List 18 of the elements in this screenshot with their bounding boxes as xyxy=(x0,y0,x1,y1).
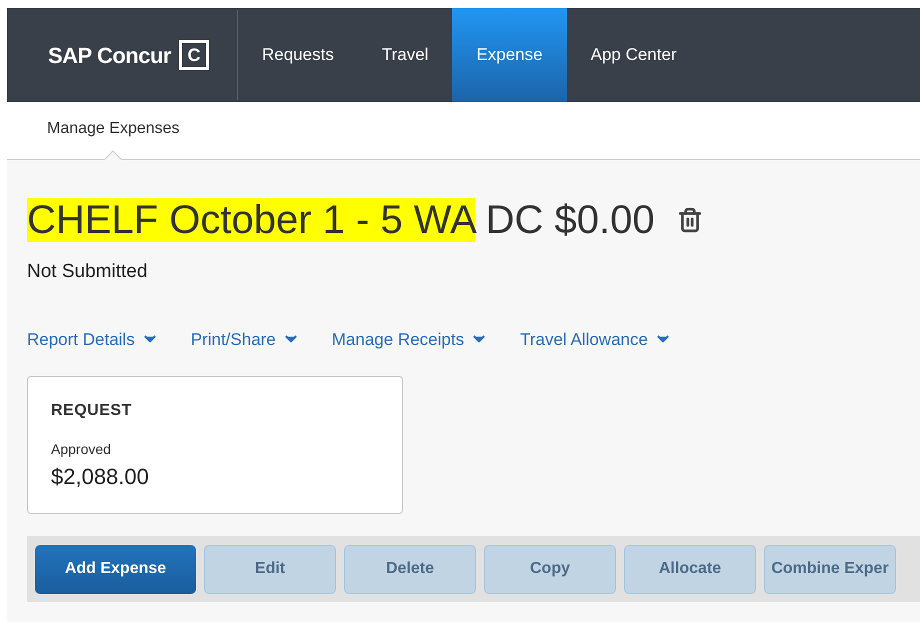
nav-tab[interactable]: App Center xyxy=(566,8,701,102)
report-menu-link[interactable]: Report Details xyxy=(27,326,159,352)
brand-logo-text: SAP Concur xyxy=(48,42,171,70)
report-menu-link[interactable]: Travel Allowance xyxy=(520,326,672,352)
report-menu-link[interactable]: Manage Receipts xyxy=(332,326,488,352)
brand-logo-mark: C xyxy=(178,40,209,70)
trash-icon[interactable] xyxy=(676,205,703,235)
report-status: Not Submitted xyxy=(27,260,148,284)
report-menu-link[interactable]: Print/Share xyxy=(190,326,300,352)
card-heading: REQUEST xyxy=(51,401,133,421)
nav-tab[interactable]: Expense xyxy=(452,8,567,102)
request-amount: $2,088.00 xyxy=(51,463,150,491)
request-status: Approved xyxy=(51,440,112,459)
nav-tab[interactable]: Travel xyxy=(358,8,452,102)
nav-tab[interactable]: Requests xyxy=(238,8,358,102)
subnav-tab[interactable]: Manage Expenses xyxy=(47,102,180,159)
toolbar-button[interactable]: Add Expense xyxy=(35,544,196,594)
report-title: CHELF October 1 - 5 WA DC $0.00 xyxy=(27,197,655,244)
